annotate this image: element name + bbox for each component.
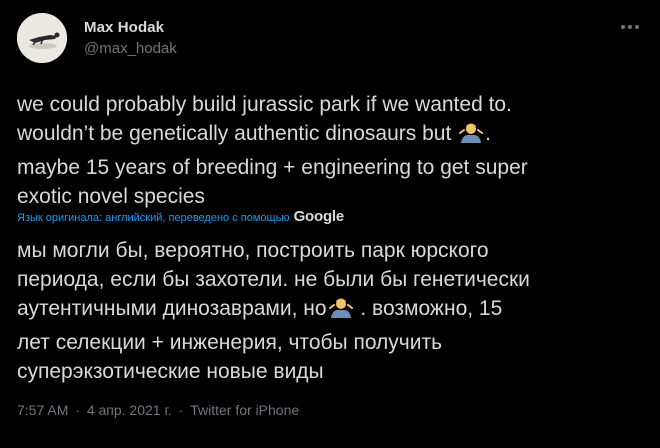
author-name[interactable]: Max Hodak [84, 19, 164, 36]
tweet-text: we could probably build jurassic park if… [17, 90, 647, 211]
translated-line: периода, если бы захотели. не были бы ге… [17, 268, 530, 291]
translated-line: мы могли бы, вероятно, построить парк юр… [17, 239, 489, 262]
translated-line-part: . возможно, 15 [360, 297, 503, 320]
tweet-line: we could probably build jurassic park if… [17, 93, 512, 116]
tweet-line: wouldn’t be genetically authentic dinosa… [17, 119, 647, 153]
avatar[interactable] [17, 13, 67, 63]
tweet-meta: 7:57 AM · 4 апр. 2021 г. · Twitter for i… [17, 402, 299, 418]
more-options-icon[interactable] [618, 18, 642, 36]
tweet-source[interactable]: Twitter for iPhone [190, 402, 299, 418]
translated-text: мы могли бы, вероятно, построить парк юр… [17, 236, 647, 386]
meta-separator: · [178, 402, 184, 418]
tweet-time[interactable]: 7:57 AM [17, 402, 68, 418]
tweet-line: maybe 15 years of breeding + engineering… [17, 156, 528, 179]
tweet-line: exotic novel species [17, 185, 205, 208]
translated-line: лет селекции + инженерия, чтобы получить [17, 331, 443, 354]
tweet-line-part: wouldn’t be genetically authentic dinosa… [17, 122, 452, 145]
person-shrugging-emoji-icon [459, 121, 484, 153]
author-handle[interactable]: @max_hodak [84, 40, 177, 57]
translated-line: суперэкзотические новые виды [17, 360, 324, 383]
avatar-photo-icon [17, 13, 67, 63]
translation-note: Язык оригинала: английский, переведено с… [17, 212, 290, 224]
translated-line: аутентичными динозаврами, но . возможно,… [17, 294, 647, 328]
tweet-line-part: . [485, 122, 491, 145]
person-shrugging-emoji-icon [328, 296, 353, 328]
meta-separator: · [75, 402, 80, 418]
tweet-date[interactable]: 4 апр. 2021 г. [87, 402, 172, 418]
tweet-card: Max Hodak @max_hodak we could probably b… [0, 0, 660, 448]
google-logo: Google [293, 208, 345, 225]
translation-attribution[interactable]: Язык оригинала: английский, переведено с… [17, 208, 344, 225]
translated-line-part: аутентичными динозаврами, но [17, 297, 327, 320]
